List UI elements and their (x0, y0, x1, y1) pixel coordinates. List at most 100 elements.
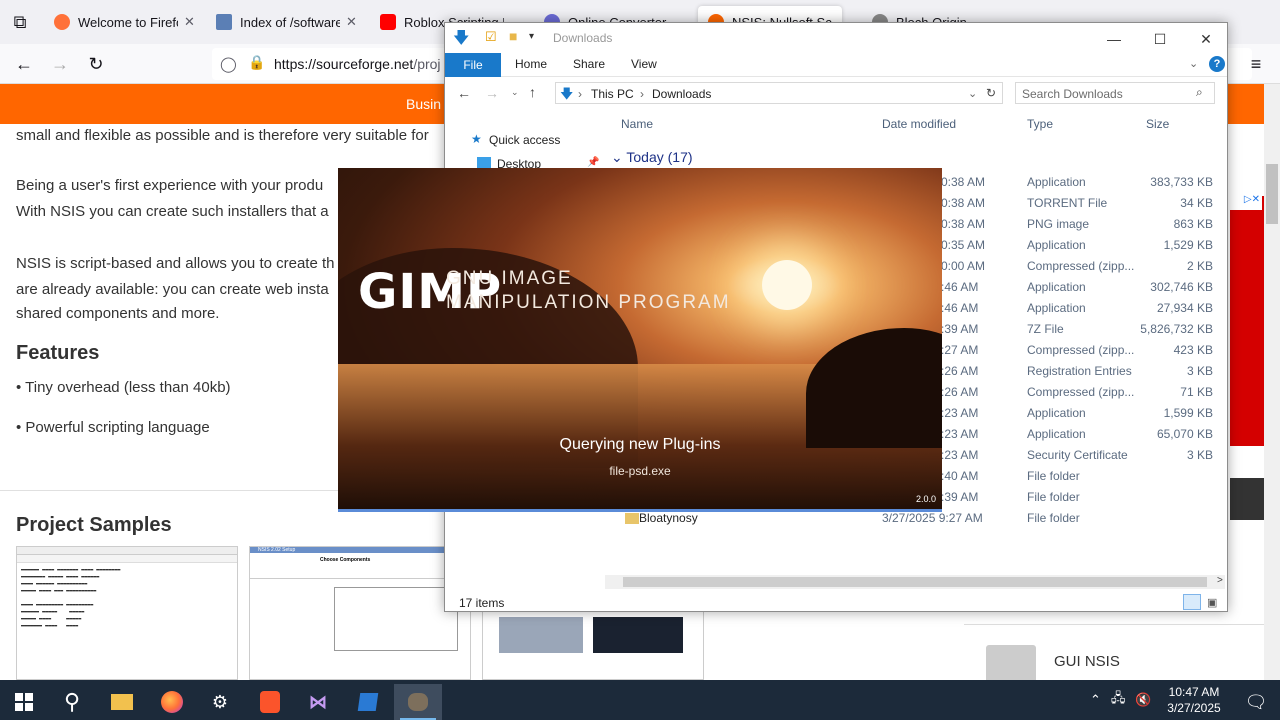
horizontal-scrollbar[interactable] (605, 575, 1225, 589)
volume-muted-icon[interactable]: 🔇 (1135, 692, 1151, 708)
vscode-icon[interactable] (344, 684, 392, 720)
file-type: Application (1027, 175, 1086, 189)
maximize-button[interactable]: ☐ (1137, 27, 1183, 51)
window-title: Downloads (553, 31, 613, 45)
back-icon[interactable]: ← (12, 52, 36, 76)
tab-label: Index of /software/ (240, 14, 340, 30)
address-bar[interactable]: 🡇 › This PC › Downloads ⌄ ↻ (555, 82, 1003, 104)
column-name[interactable]: Name (621, 117, 653, 131)
shield-icon[interactable]: ◯ (220, 55, 237, 73)
file-size: 423 KB (1173, 343, 1213, 357)
details-view-icon[interactable] (1183, 594, 1201, 610)
reload-icon[interactable]: ↻ (84, 52, 108, 76)
dark-panel (1230, 478, 1264, 520)
nav-quick-access[interactable]: Quick access (489, 133, 560, 147)
ad-choices-icon[interactable]: ▷✕ (1228, 194, 1262, 210)
gimp-subtitle-line2: MANIPULATION PROGRAM (446, 292, 731, 313)
paragraph-line: small and flexible as possible and is th… (16, 127, 429, 144)
file-explorer-icon[interactable] (98, 684, 146, 720)
gimp-taskbar-icon[interactable] (394, 684, 442, 720)
progress-bar (338, 509, 942, 512)
close-button[interactable]: ✕ (1183, 27, 1229, 51)
file-type: Application (1027, 301, 1086, 315)
chevron-down-icon[interactable]: ⌄ (1189, 57, 1198, 70)
column-date-modified[interactable]: Date modified (882, 117, 956, 131)
file-type: Compressed (zipp... (1027, 385, 1135, 399)
breadcrumb-this-pc[interactable]: This PC (591, 87, 634, 101)
sample-screenshot[interactable]: NSIS 2.02 Setup Choose Components (249, 546, 471, 680)
paragraph-line: Being a user's first experience with you… (16, 177, 324, 194)
tree-silhouette (806, 328, 942, 448)
ribbon-tab-home[interactable]: Home (515, 57, 547, 71)
search-icon[interactable]: ⚲ (48, 684, 96, 720)
file-type: Compressed (zipp... (1027, 259, 1135, 273)
start-windows-icon[interactable] (0, 684, 48, 720)
visual-studio-icon[interactable]: ⋈ (294, 684, 342, 720)
page-scrollbar[interactable] (1264, 84, 1280, 680)
show-hidden-icons-chevron-icon[interactable]: ⌃ (1090, 692, 1101, 708)
properties-icon[interactable]: ☑ (485, 29, 497, 45)
group-header[interactable]: ⌄ Today (17) (611, 149, 693, 166)
file-type: Registration Entries (1027, 364, 1132, 378)
ribbon-tab-share[interactable]: Share (573, 57, 605, 71)
file-type: Application (1027, 406, 1086, 420)
download-arrow-icon: 🡇 (453, 30, 470, 47)
file-size: 65,070 KB (1156, 427, 1213, 441)
tab-welcome[interactable]: Welcome to Firefox ✕ (44, 6, 205, 38)
file-size: 2 KB (1186, 259, 1213, 273)
network-icon[interactable]: 🖧 (1111, 689, 1126, 711)
tab-index-software[interactable]: Index of /software/ ✕ (206, 6, 367, 38)
advertisement[interactable] (1230, 196, 1264, 446)
menu-icon[interactable]: ≡ (1244, 52, 1268, 76)
file-type: Application (1027, 427, 1086, 441)
feature-item: • Powerful scripting language (16, 419, 210, 436)
ribbon-tab-file[interactable]: File (445, 53, 501, 77)
file-type: Application (1027, 280, 1086, 294)
new-folder-icon[interactable]: ■ (509, 28, 517, 44)
settings-gear-icon[interactable]: ⚙ (196, 684, 244, 720)
gui-nsis-card[interactable]: GUI NSIS (964, 624, 1264, 680)
file-name: Bloatynosy (639, 511, 698, 525)
search-input[interactable]: Search Downloads ⌕ (1015, 82, 1215, 104)
minimize-button[interactable]: — (1091, 27, 1137, 51)
file-size: 1,599 KB (1163, 406, 1213, 420)
recent-locations-icon[interactable]: ⌄ (511, 87, 519, 98)
notification-icon[interactable]: 🗨 (1232, 684, 1280, 720)
sun-image (762, 260, 812, 310)
large-icons-view-icon[interactable]: ▣ (1207, 596, 1217, 609)
up-icon[interactable]: ↑ (529, 84, 536, 100)
back-icon[interactable]: ← (457, 85, 471, 101)
file-date-modified: :27 AM (941, 343, 979, 357)
scroll-right-icon[interactable]: > (1217, 575, 1223, 586)
ribbon-tab-view[interactable]: View (631, 57, 657, 71)
column-size[interactable]: Size (1146, 117, 1169, 131)
file-type: Security Certificate (1027, 448, 1128, 462)
close-tab-icon[interactable]: ✕ (346, 14, 357, 30)
file-date-modified: :26 AM (941, 385, 979, 399)
firefox-icon[interactable] (148, 684, 196, 720)
close-tab-icon[interactable]: ✕ (184, 14, 195, 30)
help-icon[interactable]: ? (1209, 56, 1225, 72)
file-type: 7Z File (1027, 322, 1064, 336)
brave-browser-icon[interactable] (246, 684, 294, 720)
forward-icon[interactable]: → (485, 85, 499, 101)
column-type[interactable]: Type (1027, 117, 1053, 131)
file-date-modified: :23 AM (941, 406, 979, 420)
address-dropdown-icon[interactable]: ⌄ (968, 87, 977, 100)
title-bar: 🡇 ☑ ■ ▾ Downloads — ☐ ✕ (445, 23, 1227, 53)
refresh-icon[interactable]: ↻ (986, 86, 996, 100)
lock-icon[interactable]: 🔒 (248, 54, 265, 71)
sample-screenshot[interactable]: ▬▬▬▬▬▬ ▬▬▬▬ ▬▬▬▬▬▬▬ ▬▬▬▬ ▬▬▬▬▬▬▬▬ ▬▬▬▬▬▬▬… (16, 546, 238, 680)
search-icon[interactable]: ⌕ (1196, 85, 1203, 100)
pin-icon: 📌 (587, 157, 600, 168)
quick-access-toolbar-dropdown-icon[interactable]: ▾ (529, 31, 534, 42)
breadcrumb-downloads[interactable]: Downloads (652, 87, 711, 101)
clock[interactable]: 10:47 AM 3/27/2025 (1166, 684, 1222, 716)
folder-icon (625, 513, 639, 524)
forward-icon[interactable]: → (48, 52, 72, 76)
file-date-modified: 0:38 AM (941, 217, 986, 231)
file-date-modified: :26 AM (941, 364, 979, 378)
tab-list-icon[interactable]: ⧉ (8, 10, 32, 34)
address-toolbar: ← → ⌄ ↑ 🡇 › This PC › Downloads ⌄ ↻ Sear… (445, 79, 1227, 109)
nav-link-business[interactable]: Busin (406, 96, 441, 112)
